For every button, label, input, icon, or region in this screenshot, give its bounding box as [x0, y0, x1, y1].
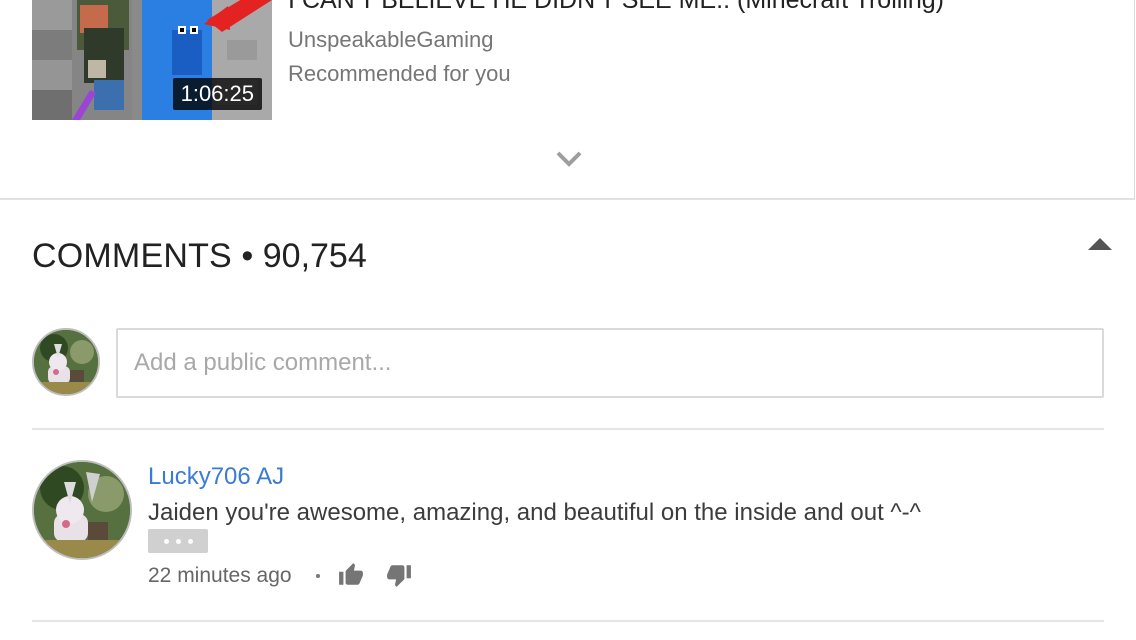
recommended-video-card: 1:06:25 I CAN'T BELIEVE HE DIDN'T SEE ME…	[0, 0, 1135, 200]
comment-author[interactable]: Lucky706 AJ	[148, 462, 284, 492]
video-watch-page: 1:06:25 I CAN'T BELIEVE HE DIDN'T SEE ME…	[0, 0, 1136, 640]
divider	[32, 620, 1104, 622]
avatar[interactable]	[32, 328, 100, 396]
avatar-image	[34, 330, 98, 394]
video-title[interactable]: I CAN'T BELIEVE HE DIDN'T SEE ME.. (Mine…	[288, 0, 944, 14]
comments-title: COMMENTS	[32, 237, 232, 275]
thumbs-down-icon[interactable]	[386, 562, 412, 588]
video-thumbnail[interactable]: 1:06:25	[32, 0, 272, 120]
thumbs-up-icon[interactable]	[338, 562, 364, 588]
comments-header: COMMENTS • 90,754	[32, 235, 367, 277]
commenter-avatar[interactable]	[32, 460, 132, 560]
comments-count: 90,754	[262, 237, 367, 275]
avatar-image	[34, 462, 130, 558]
video-duration: 1:06:25	[172, 78, 262, 110]
comment-text: Jaiden you're awesome, amazing, and beau…	[148, 499, 921, 526]
recommendation-label: Recommended for you	[288, 61, 511, 86]
more-horiz-icon[interactable]	[148, 529, 208, 553]
caret-up-icon[interactable]	[1086, 236, 1114, 252]
dot-separator	[316, 574, 320, 578]
chevron-down-icon[interactable]	[556, 150, 582, 168]
channel-name[interactable]: UnspeakableGaming	[288, 27, 493, 53]
divider	[32, 428, 1104, 430]
comment-timestamp: 22 minutes ago	[148, 564, 292, 587]
add-comment-input[interactable]	[116, 328, 1104, 398]
comments-separator: •	[241, 237, 254, 275]
